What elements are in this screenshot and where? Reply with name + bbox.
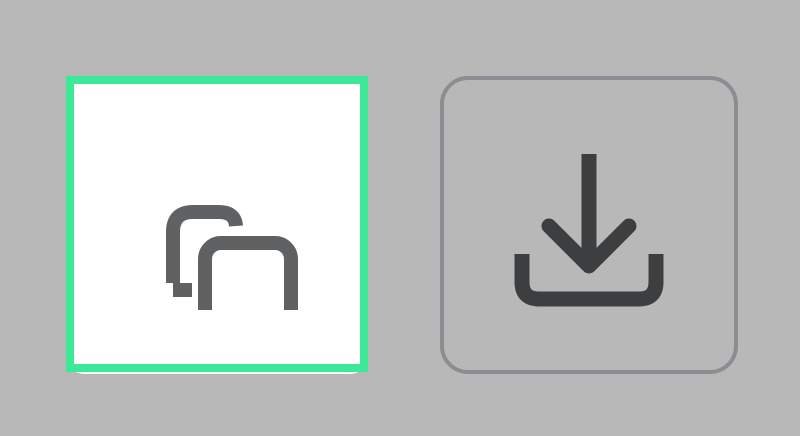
download-button[interactable] — [440, 76, 738, 374]
copy-button[interactable] — [66, 76, 368, 374]
download-icon — [504, 140, 674, 310]
copy-icon — [132, 140, 302, 310]
icon-toolbar — [0, 0, 800, 436]
